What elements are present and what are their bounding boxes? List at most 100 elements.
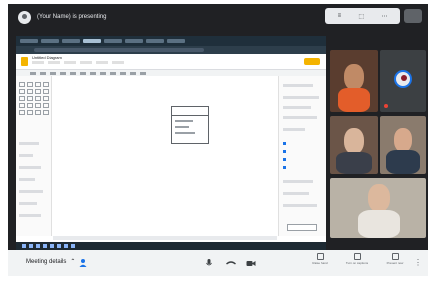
participant-video [368, 184, 390, 212]
checkbox-icon [283, 142, 286, 145]
more-vert-icon[interactable]: ⋮ [414, 258, 422, 267]
shape-icon [19, 96, 25, 101]
captions-button[interactable]: Turn on captions [338, 253, 376, 273]
browser-tab [62, 39, 80, 43]
presenter-avatar [18, 10, 31, 24]
shape-icon [43, 110, 49, 115]
participant-tile[interactable] [330, 50, 378, 112]
hangup-button[interactable] [226, 258, 236, 268]
tool-icon [40, 71, 46, 75]
shape-icon [19, 89, 25, 94]
participant-video [338, 88, 370, 112]
panel-section [19, 214, 41, 217]
presenter-label: (Your Name) is presenting [37, 14, 107, 20]
meeting-details-button[interactable]: Meeting details ⌃ [26, 258, 76, 266]
hand-icon [316, 253, 324, 260]
options-icon[interactable]: ⋯ [381, 13, 387, 20]
participant-video [394, 128, 412, 152]
panel-section [19, 202, 37, 205]
format-tab [283, 84, 313, 87]
tool-icon [90, 71, 96, 75]
page-tabs [53, 236, 277, 240]
present-now-button[interactable]: Present now [376, 253, 414, 273]
self-view-badge[interactable] [404, 9, 422, 23]
participant-tile[interactable] [330, 116, 378, 174]
taskbar-icon [64, 244, 68, 248]
os-taskbar [16, 242, 326, 250]
person-icon[interactable] [78, 258, 88, 268]
layout-controls[interactable]: ≡ ⬚ ⋯ [325, 8, 400, 24]
browser-tab [146, 39, 164, 43]
tool-icon [30, 71, 36, 75]
browser-tab [104, 39, 122, 43]
taskbar-icon [43, 244, 47, 248]
panel-section [19, 190, 43, 193]
present-icon [391, 253, 399, 260]
panel-section [19, 166, 41, 169]
fullscreen-icon[interactable]: ⬚ [358, 13, 364, 20]
shape-icon [43, 82, 49, 87]
shapes-panel [16, 76, 52, 236]
shape-icon [19, 103, 25, 108]
menu-extras [96, 61, 108, 64]
panel-section [19, 154, 33, 157]
browser-tab [20, 39, 38, 43]
tool-icon [70, 71, 76, 75]
browser-tab [41, 39, 59, 43]
shape-icon [19, 82, 25, 87]
format-option [283, 204, 317, 207]
tool-icon [130, 71, 136, 75]
format-option [283, 128, 305, 131]
layout-icon[interactable]: ≡ [338, 13, 342, 19]
meet-window: (Your Name) is presenting ≡ ⬚ ⋯ Untitled… [8, 4, 428, 276]
taskbar-icon [36, 244, 40, 248]
menu-arrange [80, 61, 92, 64]
shape-icon [27, 110, 33, 115]
taskbar-icon [71, 244, 75, 248]
url-field [34, 48, 204, 52]
participant-video [344, 128, 364, 154]
shape-icon [35, 96, 41, 101]
tool-icon [50, 71, 56, 75]
menu-edit [48, 61, 60, 64]
participant-tile[interactable] [380, 116, 426, 174]
participant-video [358, 210, 400, 238]
tool-icon [120, 71, 126, 75]
participant-tile[interactable] [380, 50, 426, 112]
chevron-up-icon: ⌃ [70, 259, 76, 265]
avatar-photo [401, 75, 407, 81]
shape-icon [43, 89, 49, 94]
browser-tab-active [83, 39, 101, 43]
mic-button[interactable] [204, 258, 214, 268]
participant-tile[interactable] [330, 178, 426, 238]
shape-icon [43, 103, 49, 108]
checkbox-icon [283, 158, 286, 161]
tool-icon [80, 71, 86, 75]
drawio-logo-icon [21, 57, 28, 66]
checkbox-icon [283, 150, 286, 153]
diagram-header: Untitled Diagram [16, 54, 326, 70]
taskbar-icon [57, 244, 61, 248]
shape-icon [27, 89, 33, 94]
shape-icon [35, 82, 41, 87]
document-menu [32, 61, 124, 64]
tool-icon [60, 71, 66, 75]
shape-icon [35, 89, 41, 94]
shape-icon [27, 82, 33, 87]
shared-screen: Untitled Diagram [16, 36, 326, 250]
checkbox-icon [283, 166, 286, 169]
raise-hand-label: Raise hand [312, 261, 328, 265]
camera-button[interactable] [246, 258, 256, 268]
format-panel [278, 76, 326, 236]
tool-icon [100, 71, 106, 75]
mic-icon [206, 258, 212, 265]
meeting-details-label: Meeting details [26, 258, 67, 265]
tool-icon [140, 71, 146, 75]
shape-icon [27, 103, 33, 108]
hangup-icon [226, 261, 236, 265]
diagram-canvas [53, 76, 277, 236]
table-row [175, 126, 189, 128]
shape-icon [43, 96, 49, 101]
participant-video [336, 152, 372, 174]
raise-hand-button[interactable]: Raise hand [301, 253, 339, 273]
